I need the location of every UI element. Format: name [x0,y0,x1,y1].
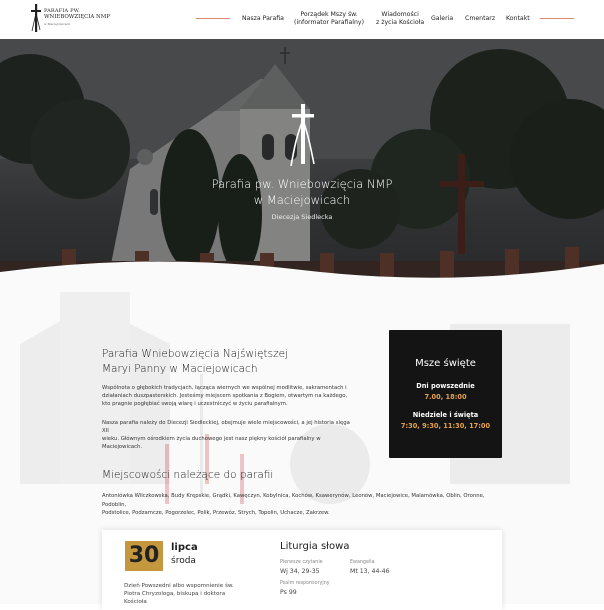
intro-heading: Parafia Wniebowzięcia Najświętszej Maryi… [102,347,288,376]
intro-paragraph-1: Wspólnota o głębokich tradycjach, łącząc… [102,384,352,408]
intro-p1-line: kto pragnie pogłębiać swoją wiarę i ucze… [102,401,288,407]
intro-p1-line: działaniach duszpasterskich. Jesteśmy mi… [102,393,348,399]
nav-label: Kontakt [506,15,530,22]
hero-subtitle: Diecezja Siedlecka [271,213,333,221]
saint-line: Kościoła [124,599,147,605]
places-heading: Miejscowości należące do parafii [102,469,274,481]
liturgy-title: Liturgia słowa [280,541,350,552]
month-name: lipca [171,542,198,553]
sunday-times: 7:30, 9:30, 11:30, 17:00 [400,422,491,430]
nav-label: Cmentarz [465,15,496,22]
first-reading-ref[interactable]: Wj 34, 29-35 [280,568,320,575]
hero-banner: Parafia pw. Wniebowzięcia NMP w Maciejow… [0,39,604,284]
intro-heading-line-2: Maryi Panny w Maciejowicach [102,362,258,375]
nav-label-2: z życia Kościoła [376,19,425,26]
nav-galeria[interactable]: Galeria [431,15,453,23]
weekday-name: środa [171,556,196,566]
weekday-label: Dni powszednie [416,382,475,390]
hero-title: Parafia pw. Wniebowzięcia NMP w Maciejow… [150,176,454,208]
intro-p2-line: wieku. Głównym ośrodkiem życia duchowego… [102,436,321,442]
intro-p1-line: Wspólnota o głębokich tradycjach, łącząc… [102,385,347,391]
intro-p2-line: Nasza parafia należy do Diecezji Siedlec… [102,420,350,434]
places-list: Antoniówka Wilczkowska, Budy Krępskie, G… [102,492,502,518]
parish-logo[interactable]: PARAFIA PW. WNIEBOWZIĘCIA NMP w Maciejow… [30,3,110,35]
weekday-times: 7.00, 18:00 [424,393,467,401]
logo-line-2: WNIEBOWZIĘCIA NMP [44,14,110,20]
psalm-label: Psalm responsoryjny [280,581,330,586]
nav-label-2: (informator Parafialny) [294,19,364,26]
sunday-label: Niedziele i święta [412,411,479,419]
nav-kontakt[interactable]: Kontakt [506,15,530,23]
nav-decor-line-left [196,18,230,19]
nav-label: Nasza Parafia [242,15,284,22]
nav-wiadomosci[interactable]: Wiadomości z życia Kościoła [376,11,424,27]
intro-paragraph-2: Nasza parafia należy do Diecezji Siedlec… [102,419,352,451]
saint-line: Piotra Chryzologa, biskupa i doktora [124,591,226,597]
gospel-ref[interactable]: Mt 13, 44-46 [350,568,390,575]
intro-p2-line: Maciejowicach. [102,444,143,450]
day-number: 30 [125,541,163,571]
gospel-label: Ewangelia [350,560,375,565]
intro-heading-line-1: Parafia Wniebowzięcia Najświętszej [102,348,288,360]
logo-line-3: w Maciejowicach [44,22,71,26]
places-line: Antoniówka Wilczkowska, Budy Krępskie, G… [102,493,485,508]
nav-decor-line-right [540,18,574,19]
mass-title: Msze święte [415,358,476,369]
nav-nasza-parafia[interactable]: Nasza Parafia [242,15,284,23]
hero-title-line-1: Parafia pw. Wniebowzięcia NMP [211,177,393,191]
psalm-ref[interactable]: Ps 99 [280,589,297,596]
hero-title-line-2: w Maciejowicach [253,193,351,207]
nav-cmentarz[interactable]: Cmentarz [465,15,495,23]
nav-label: Galeria [431,15,454,22]
nav-label: Wiadomości [381,11,419,18]
site-header: PARAFIA PW. WNIEBOWZIĘCIA NMP w Maciejow… [0,0,604,39]
liturgical-calendar-card: 30 lipca środa Dzień Powszedni albo wspo… [102,530,502,610]
hero-wave-divider [0,261,604,292]
nav-porzadek-mszy[interactable]: Porządek Mszy św. (informator Parafialny… [294,11,364,27]
places-line: Podstolice, Podzamcze, Pogorzelec, Polik… [102,510,330,516]
mass-schedule-box: Msze święte Dni powszednie 7.00, 18:00 N… [389,330,502,458]
cross-logo-icon [31,4,41,32]
saint-line: Dzień Powszedni albo wspomnienie św. [124,583,234,589]
nav-label: Porządek Mszy św. [300,11,358,18]
saint-of-day: Dzień Powszedni albo wspomnienie św. Pio… [124,582,254,606]
first-reading-label: Pierwsze czytanie [280,560,323,565]
cross-icon [290,104,315,167]
